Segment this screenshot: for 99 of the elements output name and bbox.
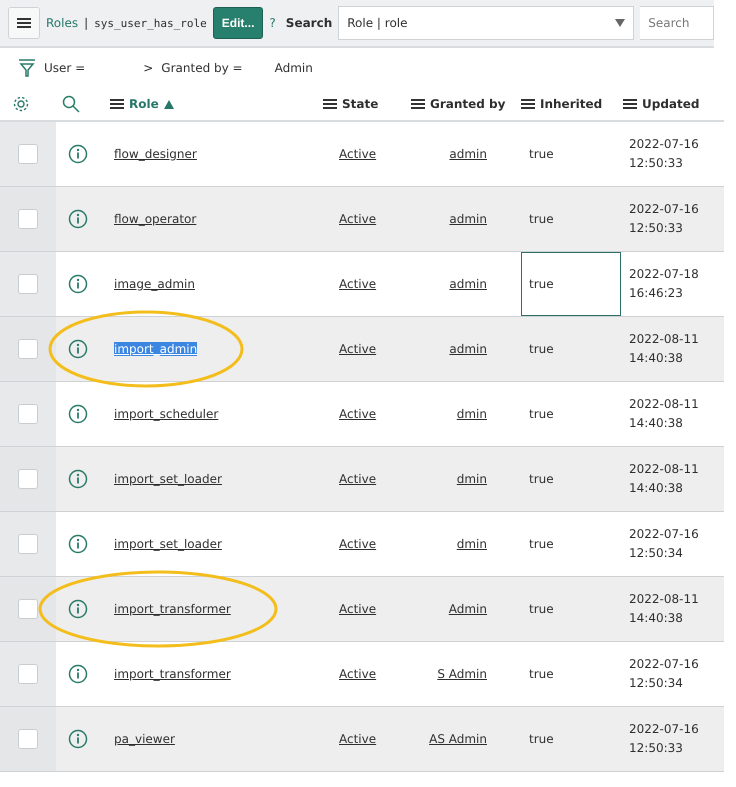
- menu-icon: [17, 17, 31, 29]
- filter-condition[interactable]: User =: [44, 61, 86, 75]
- filter-condition[interactable]: Granted by =: [161, 61, 243, 75]
- state-link[interactable]: Active: [339, 342, 376, 356]
- dropdown-caret-icon: [615, 19, 626, 27]
- breadcrumb-separator: >: [143, 61, 154, 75]
- state-link[interactable]: Active: [339, 667, 376, 681]
- search-input[interactable]: Search: [640, 6, 714, 40]
- inherited-cell: true: [529, 732, 554, 746]
- role-link[interactable]: flow_operator: [114, 212, 196, 226]
- granted-by-link[interactable]: Admin: [448, 602, 487, 616]
- state-link[interactable]: Active: [339, 472, 376, 486]
- breadcrumb-link[interactable]: Roles: [46, 16, 78, 30]
- column-header[interactable]: Role: [129, 97, 159, 111]
- info-icon[interactable]: [68, 274, 88, 294]
- info-icon[interactable]: [68, 404, 88, 424]
- search-icon[interactable]: [62, 95, 80, 113]
- search-label: Search: [286, 16, 332, 30]
- info-icon[interactable]: [68, 534, 88, 554]
- info-icon[interactable]: [68, 339, 88, 359]
- help-link[interactable]: ?: [269, 16, 276, 30]
- inherited-cell: true: [529, 407, 554, 421]
- inherited-cell: true: [529, 537, 554, 551]
- column-header[interactable]: Updated: [642, 97, 700, 111]
- inherited-cell: true: [529, 342, 554, 356]
- column-menu-icon: [623, 98, 637, 110]
- row-checkbox[interactable]: [18, 534, 38, 554]
- granted-by-link[interactable]: dmin: [456, 472, 487, 486]
- row-checkbox[interactable]: [18, 664, 38, 684]
- role-link[interactable]: import_transformer: [114, 602, 231, 616]
- inherited-cell: true: [529, 277, 554, 291]
- row-checkbox[interactable]: [18, 599, 38, 619]
- edit-button[interactable]: Edit...: [212, 7, 264, 39]
- updated-cell-text: 2022-07-18 16:46:23: [629, 266, 699, 302]
- search-field-select[interactable]: Role | role: [338, 6, 634, 40]
- role-link[interactable]: import_admin: [114, 342, 198, 356]
- updated-cell-text: 2022-07-16 12:50:34: [629, 526, 699, 562]
- granted-by-link[interactable]: admin: [449, 342, 487, 356]
- state-link[interactable]: Active: [339, 407, 376, 421]
- filter-value[interactable]: Admin: [274, 61, 313, 75]
- column-menu-icon: [411, 98, 425, 110]
- filter-icon[interactable]: [18, 58, 36, 78]
- inherited-cell: true: [529, 147, 554, 161]
- state-link[interactable]: Active: [339, 537, 376, 551]
- row-checkbox[interactable]: [18, 209, 38, 229]
- updated-cell-text: 2022-08-11 14:40:38: [629, 331, 699, 367]
- granted-by-link[interactable]: AS Admin: [429, 732, 487, 746]
- updated-cell-text: 2022-07-16 12:50:33: [629, 201, 699, 237]
- state-link[interactable]: Active: [339, 212, 376, 226]
- row-checkbox[interactable]: [18, 144, 38, 164]
- granted-by-link[interactable]: admin: [449, 147, 487, 161]
- state-link[interactable]: Active: [339, 147, 376, 161]
- role-link[interactable]: pa_viewer: [114, 732, 175, 746]
- updated-cell-text: 2022-07-16 12:50:33: [629, 721, 699, 757]
- granted-by-link[interactable]: dmin: [456, 537, 487, 551]
- inherited-cell: true: [529, 472, 554, 486]
- inherited-cell: true: [529, 212, 554, 226]
- row-checkbox[interactable]: [18, 404, 38, 424]
- updated-cell-text: 2022-07-16 12:50:34: [629, 656, 699, 692]
- inherited-cell: true: [529, 667, 554, 681]
- updated-cell-text: 2022-08-11 14:40:38: [629, 461, 699, 497]
- role-link[interactable]: import_set_loader: [114, 472, 222, 486]
- role-link[interactable]: image_admin: [114, 277, 195, 291]
- sort-ascending-icon[interactable]: [164, 100, 174, 108]
- row-checkbox[interactable]: [18, 469, 38, 489]
- row-checkbox[interactable]: [18, 729, 38, 749]
- row-checkbox[interactable]: [18, 274, 38, 294]
- role-link[interactable]: import_transformer: [114, 667, 231, 681]
- granted-by-link[interactable]: admin: [449, 277, 487, 291]
- info-icon[interactable]: [68, 664, 88, 684]
- updated-cell-text: 2022-07-16 12:50:33: [629, 136, 699, 172]
- info-icon[interactable]: [68, 469, 88, 489]
- info-icon[interactable]: [68, 144, 88, 164]
- state-link[interactable]: Active: [339, 277, 376, 291]
- separator-text: |: [84, 16, 88, 30]
- updated-cell-text: 2022-08-11 14:40:38: [629, 591, 699, 627]
- inherited-cell: true: [529, 602, 554, 616]
- table-name: sys_user_has_role: [94, 16, 207, 30]
- settings-icon[interactable]: [12, 95, 30, 113]
- column-menu-icon: [110, 98, 124, 110]
- column-menu-icon: [323, 98, 337, 110]
- info-icon[interactable]: [68, 729, 88, 749]
- role-link[interactable]: import_set_loader: [114, 537, 222, 551]
- state-link[interactable]: Active: [339, 602, 376, 616]
- menu-button[interactable]: [8, 7, 40, 39]
- row-checkbox[interactable]: [18, 339, 38, 359]
- granted-by-link[interactable]: dmin: [456, 407, 487, 421]
- role-link[interactable]: import_scheduler: [114, 407, 218, 421]
- info-icon[interactable]: [68, 209, 88, 229]
- column-menu-icon: [521, 98, 535, 110]
- column-header[interactable]: Granted by: [430, 97, 506, 111]
- granted-by-link[interactable]: S Admin: [437, 667, 487, 681]
- granted-by-link[interactable]: admin: [449, 212, 487, 226]
- info-icon[interactable]: [68, 599, 88, 619]
- column-header[interactable]: Inherited: [540, 97, 602, 111]
- column-header[interactable]: State: [342, 97, 378, 111]
- updated-cell-text: 2022-08-11 14:40:38: [629, 396, 699, 432]
- state-link[interactable]: Active: [339, 732, 376, 746]
- role-link[interactable]: flow_designer: [114, 147, 197, 161]
